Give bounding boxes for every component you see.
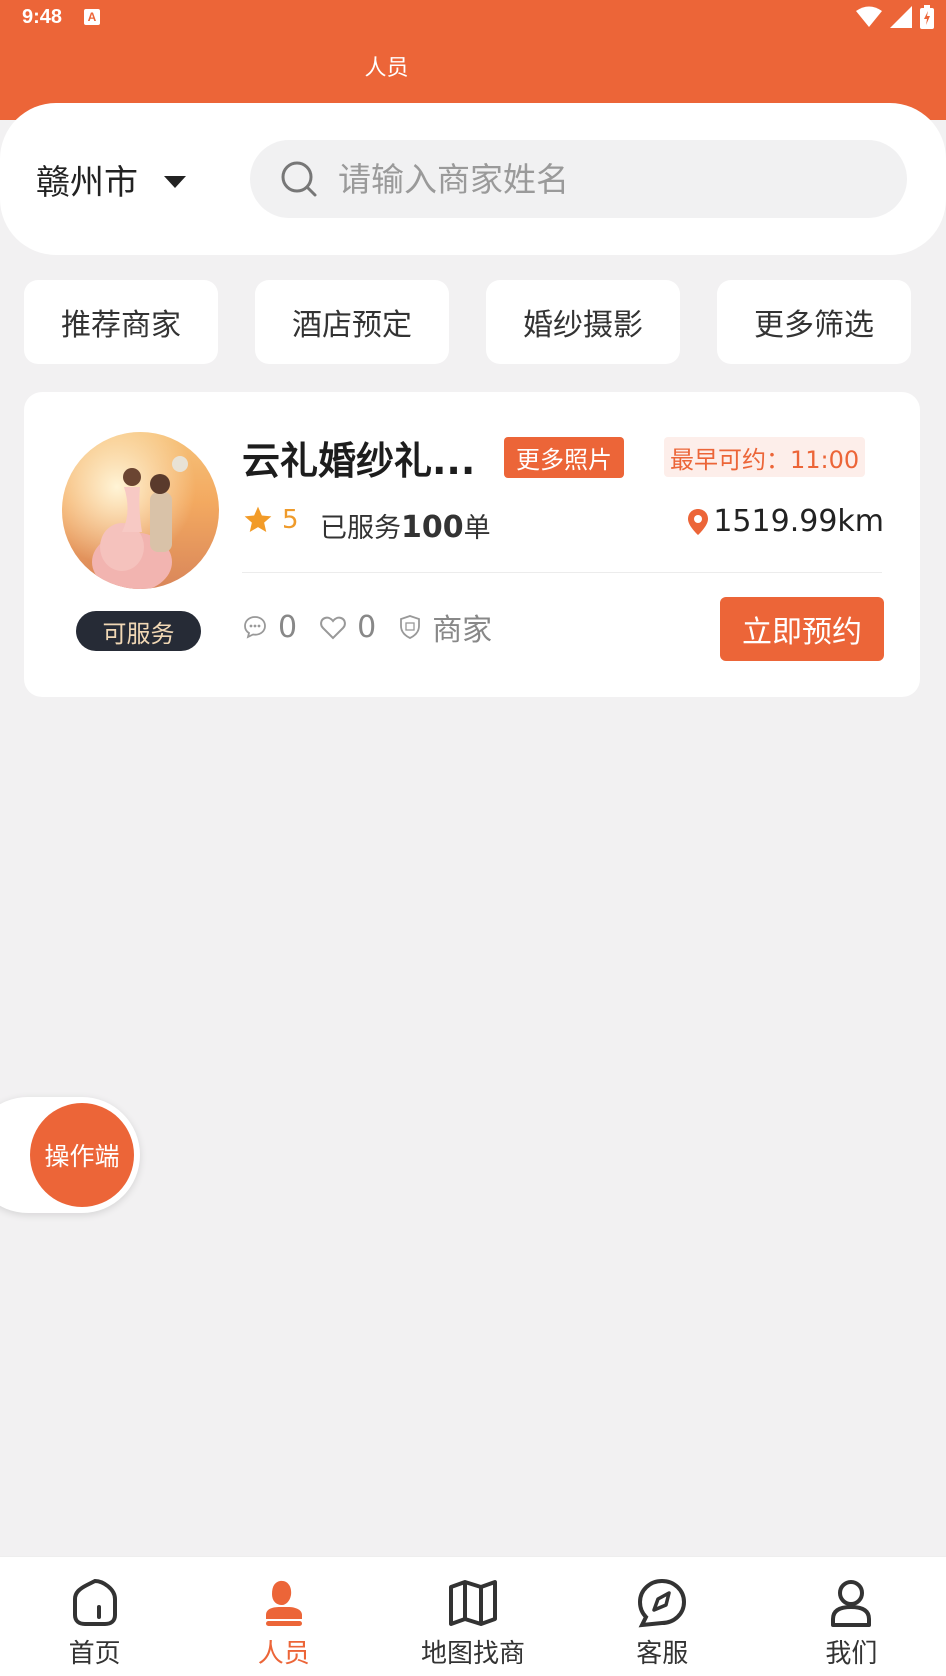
filter-wedding-photo[interactable]: 婚纱摄影 bbox=[486, 280, 680, 364]
person-icon bbox=[265, 1580, 302, 1626]
nav-personnel[interactable]: 人员 bbox=[189, 1557, 378, 1676]
distance-value: 1519.99km bbox=[713, 504, 884, 539]
city-selector[interactable]: 赣州市 bbox=[36, 155, 186, 204]
wedding-photo-image bbox=[62, 432, 219, 589]
filter-hotel[interactable]: 酒店预定 bbox=[255, 280, 449, 364]
comments[interactable]: 0 bbox=[242, 610, 297, 645]
merchant-avatar[interactable] bbox=[62, 432, 219, 589]
merchant-name[interactable]: 云礼婚纱礼... bbox=[242, 430, 475, 485]
city-label: 赣州市 bbox=[36, 163, 138, 203]
nav-service[interactable]: 客服 bbox=[568, 1557, 757, 1676]
served-suffix: 单 bbox=[463, 513, 491, 544]
nav-service-label: 客服 bbox=[636, 1639, 689, 1669]
card-divider bbox=[242, 572, 882, 573]
comment-count: 0 bbox=[278, 609, 298, 645]
filter-chips: 推荐商家 酒店预定 婚纱摄影 更多筛选 bbox=[24, 280, 911, 364]
map-icon bbox=[449, 1580, 497, 1626]
nav-map-label: 地图找商 bbox=[421, 1639, 526, 1669]
nav-home-label: 首页 bbox=[68, 1639, 121, 1669]
status-time: 9:48 bbox=[22, 6, 63, 28]
nav-personnel-label: 人员 bbox=[257, 1639, 310, 1669]
filter-more[interactable]: 更多筛选 bbox=[717, 280, 911, 364]
search-bar[interactable] bbox=[250, 140, 907, 218]
star-icon bbox=[244, 506, 272, 532]
status-badge: 可服务 bbox=[76, 611, 201, 651]
user-icon bbox=[831, 1580, 872, 1627]
nav-about-us[interactable]: 我们 bbox=[757, 1557, 946, 1676]
notification-icon: A bbox=[84, 9, 100, 25]
nav-map[interactable]: 地图找商 bbox=[378, 1557, 567, 1676]
battery-icon bbox=[920, 5, 934, 29]
page-title: 人员 bbox=[364, 56, 409, 81]
served-count: 已服务100单 bbox=[320, 506, 491, 545]
shield-icon bbox=[400, 615, 421, 639]
likes[interactable]: 0 bbox=[319, 610, 376, 645]
status-icons bbox=[856, 5, 934, 29]
served-number: 100 bbox=[401, 510, 464, 545]
operator-button[interactable]: 操作端 bbox=[30, 1103, 134, 1207]
home-icon bbox=[72, 1578, 117, 1626]
search-icon bbox=[281, 161, 317, 197]
like-count: 0 bbox=[357, 609, 377, 645]
book-now-button[interactable]: 立即预约 bbox=[720, 597, 884, 661]
merchant-type-label: 商家 bbox=[432, 613, 493, 648]
wifi-icon bbox=[856, 6, 882, 27]
rating-value: 5 bbox=[282, 505, 299, 535]
served-prefix: 已服务 bbox=[320, 513, 401, 544]
caret-down-icon bbox=[164, 175, 186, 188]
location-pin-icon bbox=[688, 508, 709, 535]
distance: 1519.99km bbox=[687, 504, 884, 539]
merchant-card[interactable]: 可服务 云礼婚纱礼... 更多照片 最早可约：11:00 5 已服务100单 1… bbox=[24, 392, 920, 697]
merchant-meta: 0 0 商家 bbox=[242, 605, 514, 649]
bottom-nav: 首页 人员 地图找商 客服 我们 bbox=[0, 1556, 946, 1676]
comment-icon bbox=[244, 616, 266, 639]
filter-recommended[interactable]: 推荐商家 bbox=[24, 280, 218, 364]
compass-icon bbox=[638, 1578, 687, 1628]
rating: 5 bbox=[242, 504, 299, 536]
signal-icon bbox=[890, 6, 912, 28]
merchant-type: 商家 bbox=[398, 605, 492, 649]
earliest-time-tag: 最早可约：11:00 bbox=[664, 437, 866, 477]
search-input[interactable] bbox=[338, 159, 858, 199]
nav-about-us-label: 我们 bbox=[825, 1639, 878, 1669]
more-photos-tag[interactable]: 更多照片 bbox=[504, 437, 624, 478]
heart-icon bbox=[320, 616, 346, 640]
nav-home[interactable]: 首页 bbox=[0, 1557, 189, 1676]
